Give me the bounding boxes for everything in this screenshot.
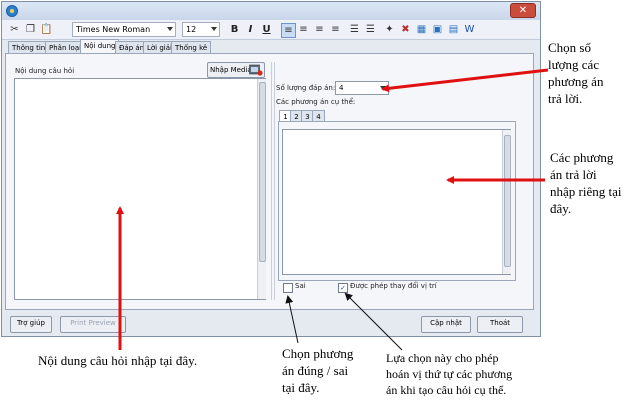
annotation-arrows <box>116 68 549 351</box>
arrow-count <box>381 68 549 93</box>
arrow-permute <box>344 292 403 351</box>
arrow-correct <box>285 295 299 344</box>
